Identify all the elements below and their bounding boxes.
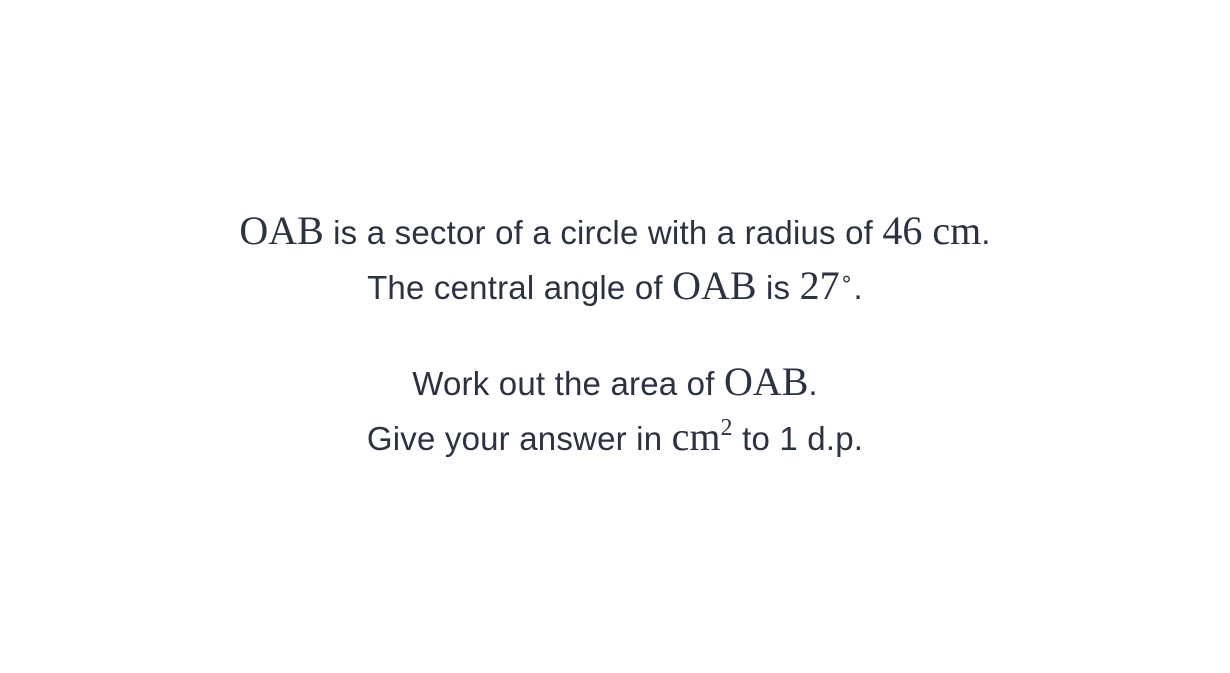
- question-text: OAB is a sector of a circle with a radiu…: [0, 204, 1230, 465]
- shape-name: OAB: [723, 359, 809, 404]
- area-unit: cm: [671, 414, 721, 459]
- line-end: .: [981, 214, 991, 251]
- line-end: .: [808, 365, 818, 402]
- rounding-instruction: to 1 d.p.: [732, 420, 864, 457]
- angle-value: 27: [799, 263, 840, 308]
- answer-instruction: Give your answer in: [366, 420, 672, 457]
- line-end: .: [853, 269, 863, 306]
- radius-unit: cm: [922, 208, 982, 253]
- question-line-task: Work out the area of OAB.: [0, 355, 1230, 410]
- angle-description: The central angle of: [367, 269, 673, 306]
- shape-name: OAB: [239, 208, 324, 253]
- sector-description: is a sector of a circle with a radius of: [323, 214, 883, 251]
- shape-name: OAB: [672, 263, 757, 308]
- angle-connector: is: [756, 269, 800, 306]
- degree-symbol: ∘: [839, 267, 854, 292]
- task-description: Work out the area of: [412, 365, 724, 402]
- question-line-sector: OAB is a sector of a circle with a radiu…: [0, 204, 1230, 259]
- area-unit-power: 2: [720, 415, 733, 441]
- question-line-instructions: Give your answer in cm2 to 1 d.p.: [0, 410, 1230, 465]
- radius-value: 46: [882, 208, 923, 253]
- question-line-angle: The central angle of OAB is 27∘.: [0, 259, 1230, 314]
